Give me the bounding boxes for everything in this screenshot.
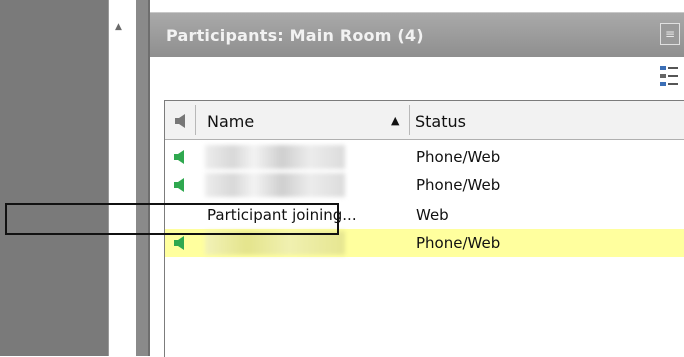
column-header-name[interactable]: Name <box>207 112 254 131</box>
participant-status: Web <box>416 206 449 224</box>
speaker-icon <box>174 150 184 164</box>
panel-titlebar: Participants: Main Room (4) ≡ <box>150 12 684 57</box>
participant-row[interactable]: Phone/Web <box>165 171 684 199</box>
column-divider[interactable] <box>195 105 196 135</box>
column-divider[interactable] <box>409 105 410 135</box>
column-header-status[interactable]: Status <box>415 112 466 131</box>
speaker-icon <box>174 236 184 250</box>
redacted-name <box>205 231 345 255</box>
participant-row-selected[interactable]: Phone/Web <box>165 229 684 257</box>
participants-list[interactable]: Name ▲ Status Phone/Web Phone/Web Partic… <box>164 100 684 357</box>
participant-row[interactable]: Participant joining... Web <box>165 201 684 229</box>
participant-status: Phone/Web <box>416 176 501 194</box>
participant-status: Phone/Web <box>416 234 501 252</box>
side-panel <box>0 0 108 356</box>
panel-title: Participants: Main Room (4) <box>166 26 424 45</box>
participant-name: Participant joining... <box>207 206 357 224</box>
panel-menu-button[interactable]: ≡ <box>660 23 680 45</box>
participants-panel: Participants: Main Room (4) ≡ Name ▲ Sta… <box>148 0 684 357</box>
speaker-icon <box>174 178 184 192</box>
redacted-name <box>205 173 345 197</box>
participant-row[interactable]: Phone/Web <box>165 143 684 171</box>
participant-status: Phone/Web <box>416 148 501 166</box>
list-header: Name ▲ Status <box>165 101 684 140</box>
vertical-scrollbar[interactable]: ▲ <box>108 0 137 356</box>
list-options-icon[interactable] <box>658 62 680 90</box>
scroll-up-icon[interactable]: ▲ <box>115 22 122 32</box>
redacted-name <box>205 145 345 169</box>
panel-gap <box>136 0 148 356</box>
sort-ascending-icon: ▲ <box>391 114 400 127</box>
speaker-icon[interactable] <box>173 113 189 129</box>
